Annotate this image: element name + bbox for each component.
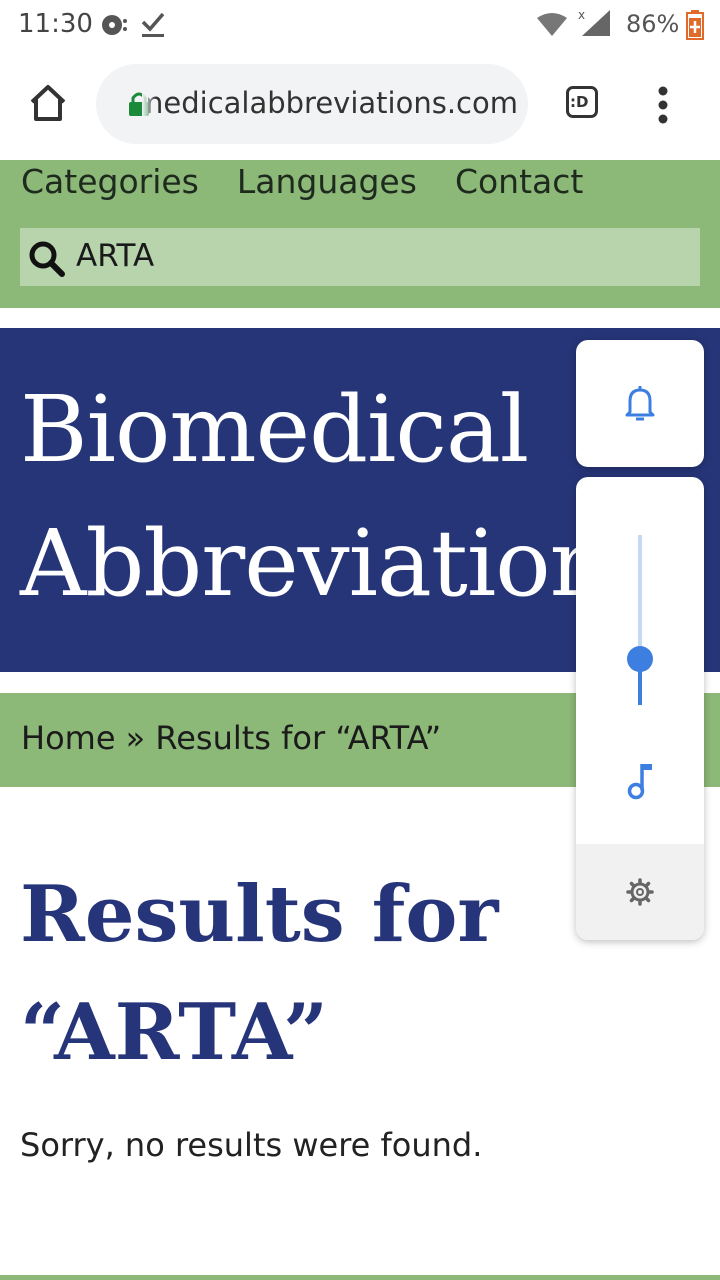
home-icon[interactable] <box>28 84 68 122</box>
no-results-message: Sorry, no results were found. <box>20 1126 483 1164</box>
url-text: medicalabbreviations.com <box>148 86 518 120</box>
tab-switcher-label: :D <box>570 93 589 111</box>
site-navigation: Categories Languages Contact ARTA <box>0 160 720 308</box>
volume-thumb[interactable] <box>627 646 653 673</box>
address-bar[interactable]: medicalabbreviations.com <box>96 64 528 144</box>
ringer-mode-button[interactable] <box>576 340 704 467</box>
search-input[interactable]: ARTA <box>20 228 700 286</box>
wifi-icon <box>537 13 567 36</box>
status-time: 11:30 <box>18 9 93 39</box>
battery-icon <box>686 10 704 40</box>
breadcrumb-text: Home » Results for “ARTA” <box>21 719 442 757</box>
tab-switcher-button[interactable]: :D <box>566 86 598 118</box>
page-title: Results for “ARTA” <box>20 869 499 1078</box>
nav-categories[interactable]: Categories <box>21 162 199 201</box>
bell-icon <box>625 386 655 421</box>
gear-icon <box>626 878 654 906</box>
status-bar: 11:30 x 86% <box>0 0 720 50</box>
music-note-icon <box>627 764 652 800</box>
media-icon <box>102 15 127 35</box>
nav-links: Categories Languages Contact <box>21 162 621 201</box>
volume-track-remaining <box>638 535 642 660</box>
search-value: ARTA <box>76 238 155 274</box>
browser-toolbar: medicalabbreviations.com :D <box>0 50 720 160</box>
volume-slider[interactable] <box>576 517 704 717</box>
footer-divider <box>0 1275 720 1280</box>
site-title-line-1: Biomedical <box>20 376 529 483</box>
battery-percent: 86% <box>626 10 680 38</box>
search-icon <box>29 241 65 277</box>
site-title-line-2: Abbreviations <box>20 510 655 617</box>
url-fade <box>142 74 156 134</box>
download-done-icon <box>141 12 165 37</box>
sound-settings-button[interactable] <box>576 844 704 940</box>
svg-text:x: x <box>578 8 585 22</box>
more-vert-icon[interactable] <box>656 86 670 124</box>
signal-icon: x <box>578 8 610 36</box>
nav-contact[interactable]: Contact <box>455 162 583 201</box>
nav-languages[interactable]: Languages <box>237 162 417 201</box>
volume-panel <box>576 477 704 940</box>
